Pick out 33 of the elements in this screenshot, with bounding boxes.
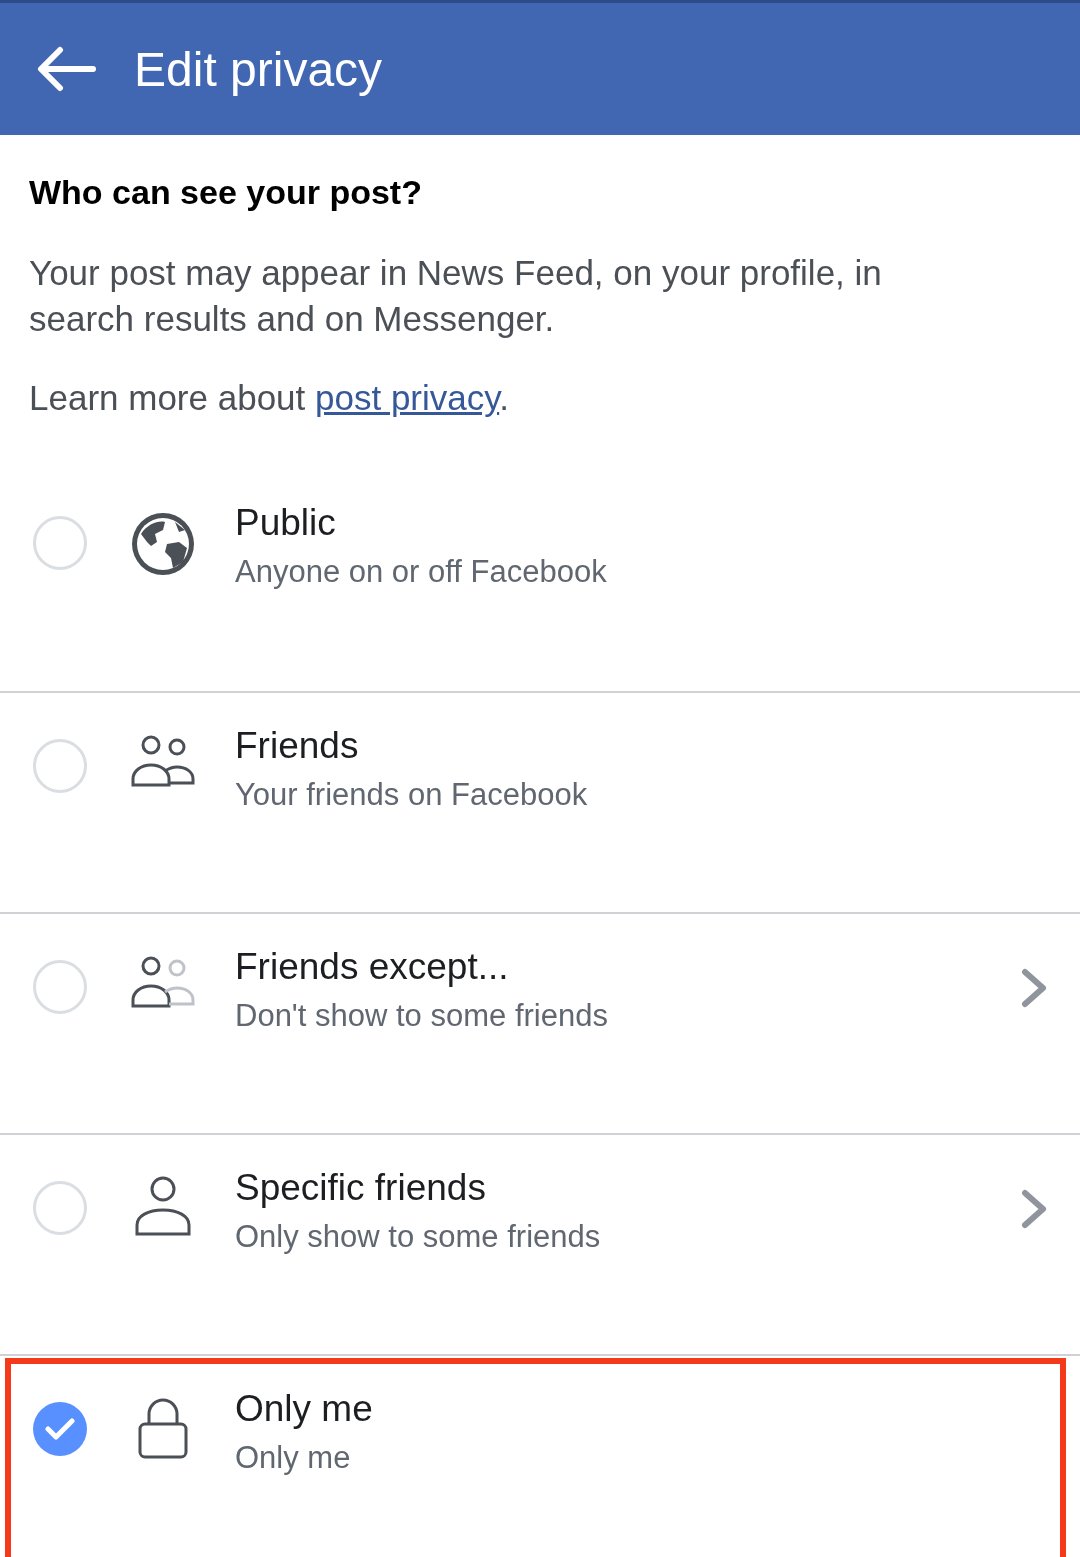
radio-button[interactable] — [33, 960, 87, 1014]
option-subtitle: Anyone on or off Facebook — [235, 554, 608, 590]
option-title[interactable]: Friends except... — [235, 946, 1020, 988]
option-subtitle: Don't show to some friends — [235, 998, 609, 1034]
option-row[interactable]: Friends except... Don't show to some friends — [0, 912, 1080, 1133]
option-title[interactable]: Only me — [235, 1388, 1050, 1430]
radio-button[interactable] — [33, 739, 87, 793]
period-text: . — [499, 378, 509, 417]
friends-icon — [129, 954, 197, 1010]
post-privacy-link[interactable]: post privacy — [315, 378, 500, 417]
globe-icon — [129, 510, 197, 578]
option-row[interactable]: Only me Only me — [0, 1354, 1080, 1557]
option-row[interactable]: Friends Your friends on Facebook — [0, 691, 1080, 912]
learn-more-text: Learn more about — [29, 378, 307, 417]
option-subtitle: Only show to some friends — [235, 1219, 602, 1255]
option-row[interactable]: Public Anyone on or off Facebook — [0, 470, 1080, 691]
check-icon — [45, 1417, 75, 1441]
friends-icon — [129, 733, 197, 789]
option-title[interactable]: Public — [235, 502, 1050, 544]
screen-title: Edit privacy — [134, 41, 383, 97]
person-icon — [134, 1175, 192, 1237]
option-title[interactable]: Friends — [235, 725, 1050, 767]
description-text: Your post may appear in News Feed, on your profile, in search results and on Messenger. — [29, 252, 883, 340]
option-subtitle: Your friends on Facebook — [235, 777, 589, 813]
lock-icon — [137, 1396, 189, 1460]
option-subtitle: Only me — [235, 1440, 352, 1476]
back-button[interactable] — [36, 46, 96, 92]
radio-button[interactable] — [33, 1402, 87, 1456]
option-title[interactable]: Specific friends — [235, 1167, 1020, 1209]
radio-button[interactable] — [33, 1181, 87, 1235]
section-heading: Who can see your post? — [29, 173, 423, 212]
option-row[interactable]: Specific friends Only show to some friends — [0, 1133, 1080, 1354]
radio-button[interactable] — [33, 516, 87, 570]
